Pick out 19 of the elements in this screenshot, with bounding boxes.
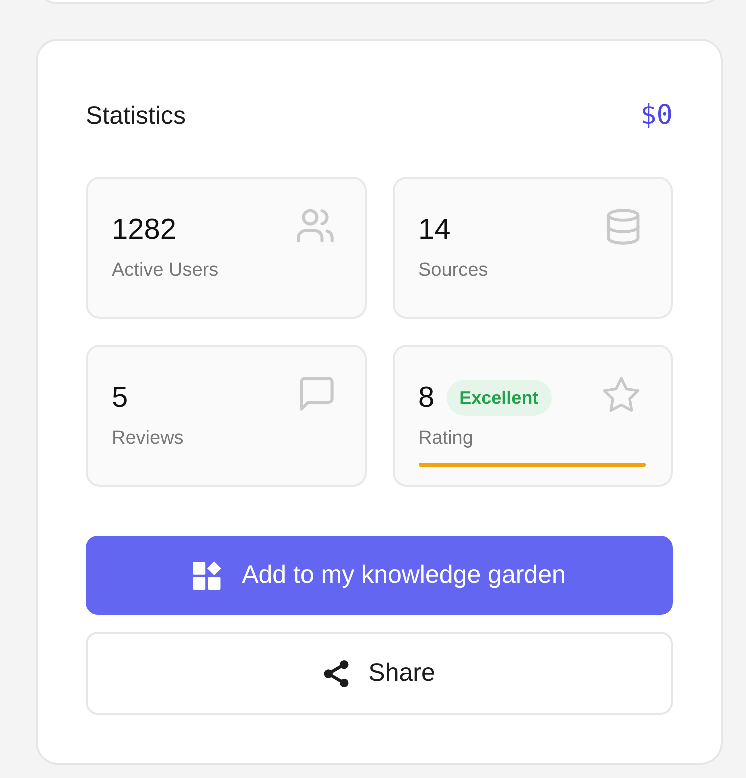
stat-value: 8: [418, 381, 435, 415]
section-title: Statistics: [86, 101, 186, 131]
stat-label: Active Users: [112, 259, 219, 283]
share-button[interactable]: Share: [86, 632, 673, 715]
add-to-garden-button[interactable]: Add to my knowledge garden: [86, 536, 673, 615]
message-icon: [300, 377, 334, 411]
total-amount: $0: [640, 101, 673, 131]
stat-label: Rating: [418, 427, 474, 451]
rating-badge: Excellent: [446, 380, 552, 416]
stat-label: Sources: [418, 259, 488, 283]
widgets-icon: [193, 561, 222, 590]
star-icon: [603, 377, 640, 414]
share-icon: [324, 660, 349, 688]
users-icon: [296, 209, 334, 243]
stat-value: 1282: [112, 213, 177, 247]
stat-value: 14: [418, 213, 451, 247]
database-icon: [607, 209, 640, 245]
stat-value: 5: [112, 381, 128, 415]
stat-label: Reviews: [112, 427, 184, 451]
